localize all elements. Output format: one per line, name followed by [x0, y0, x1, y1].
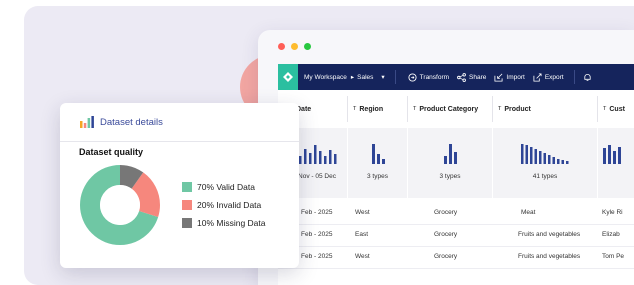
column-header-region[interactable]: T Region [348, 96, 408, 122]
table-cell: Fruits and vegetables [518, 253, 581, 260]
import-label: Import [506, 73, 525, 81]
table-cell: East [355, 231, 369, 238]
legend-label: 70% Valid Data [197, 182, 255, 192]
table-cell: Fruits and vegetables [518, 231, 581, 238]
text-type-icon: T [353, 106, 357, 112]
transform-icon [408, 72, 417, 82]
legend-swatch [182, 200, 192, 210]
import-button[interactable]: Import [494, 73, 525, 82]
window-controls [278, 43, 311, 50]
summary-caption: 3 types [367, 173, 388, 180]
table-row[interactable]: 15 - Feb - 2025 West Grocery Fruits and … [278, 246, 634, 269]
table-row[interactable]: 08 - Feb - 2025 West Grocery Meat Kyle R… [278, 202, 634, 225]
legend-item-valid: 70% Valid Data [182, 181, 266, 193]
column-summary-product-category[interactable]: 3 types [408, 128, 493, 198]
bell-icon [584, 73, 591, 81]
table-cell: West [355, 253, 370, 260]
summary-caption: 3 types [439, 173, 461, 180]
close-dot[interactable] [278, 43, 285, 50]
column-summary-customer[interactable] [598, 128, 634, 198]
share-button[interactable]: Share [457, 72, 487, 82]
text-type-icon: T [603, 106, 607, 112]
transform-button[interactable]: Transform [408, 72, 450, 82]
import-icon [494, 73, 503, 82]
legend-swatch [182, 218, 192, 228]
notifications-button[interactable] [583, 73, 592, 82]
column-header-label: Region [359, 105, 384, 113]
column-header-label: Product Category [419, 105, 479, 113]
text-type-icon: T [413, 106, 417, 112]
column-summary-region[interactable]: 3 types [348, 128, 408, 198]
table-cell: Elizab [602, 231, 620, 238]
breadcrumb-sales[interactable]: ▸ Sales ▾ [350, 73, 385, 82]
column-header-label: Cust [609, 105, 625, 113]
share-icon [457, 72, 466, 82]
toolbar-divider [573, 70, 575, 84]
column-header-label: Product [504, 105, 531, 113]
summary-caption: 41 types [532, 173, 558, 180]
column-header-product[interactable]: T Product [493, 96, 598, 122]
column-header-customer[interactable]: T Cust [598, 96, 634, 122]
histogram [603, 145, 621, 164]
table-cell: Meat [521, 209, 536, 216]
table-cell: Grocery [434, 209, 458, 216]
card-title: Dataset details [100, 116, 163, 128]
chevron-down-icon: ▾ [381, 74, 385, 81]
histogram [444, 144, 457, 164]
breadcrumb-label: Sales [357, 73, 374, 81]
breadcrumb-arrow-icon: ▸ [350, 74, 355, 81]
legend-swatch [182, 182, 192, 192]
table-cell: Grocery [434, 231, 458, 238]
table-row[interactable]: 08 - Feb - 2025 East Grocery Fruits and … [278, 224, 634, 247]
dataset-quality-heading: Dataset quality [79, 147, 144, 157]
legend-item-invalid: 20% Invalid Data [182, 199, 266, 211]
maximize-dot[interactable] [304, 43, 311, 50]
toolbar-divider [394, 70, 396, 84]
quality-legend: 70% Valid Data 20% Invalid Data 10% Miss… [182, 181, 266, 235]
transform-label: Transform [419, 73, 450, 81]
donut-hole [100, 185, 140, 225]
app-window: My Workspace ▸ Sales ▾ Transform Share I… [258, 30, 634, 285]
table-cell: Grocery [434, 253, 458, 260]
card-header: Dataset details [60, 103, 299, 142]
minimize-dot[interactable] [291, 43, 298, 50]
app-logo[interactable] [278, 64, 298, 90]
quality-donut-chart [80, 165, 160, 245]
histogram [521, 144, 569, 164]
export-label: Export [544, 73, 564, 81]
export-icon [533, 72, 542, 82]
legend-label: 20% Invalid Data [197, 200, 262, 210]
column-header-product-category[interactable]: T Product Category [408, 96, 493, 122]
legend-item-missing: 10% Missing Data [182, 217, 266, 229]
app-toolbar: My Workspace ▸ Sales ▾ Transform Share I… [278, 64, 634, 90]
table-cell: West [355, 209, 370, 216]
table-cell: Tom Pe [602, 253, 625, 260]
text-type-icon: T [498, 106, 502, 112]
data-grid: Date T Region T Product Category T Produ… [278, 90, 634, 285]
column-summary-product[interactable]: 41 types [493, 128, 598, 198]
table-cell: Kyle Ri [602, 209, 623, 216]
app-logo-icon [283, 72, 293, 82]
share-label: Share [469, 73, 487, 81]
dataset-chart-icon [80, 116, 94, 128]
histogram [371, 144, 385, 164]
dataset-details-card: Dataset details Dataset quality 70% Vali… [60, 103, 299, 268]
legend-label: 10% Missing Data [197, 218, 266, 228]
export-button[interactable]: Export [533, 72, 564, 82]
workspace-link[interactable]: My Workspace [304, 74, 347, 81]
